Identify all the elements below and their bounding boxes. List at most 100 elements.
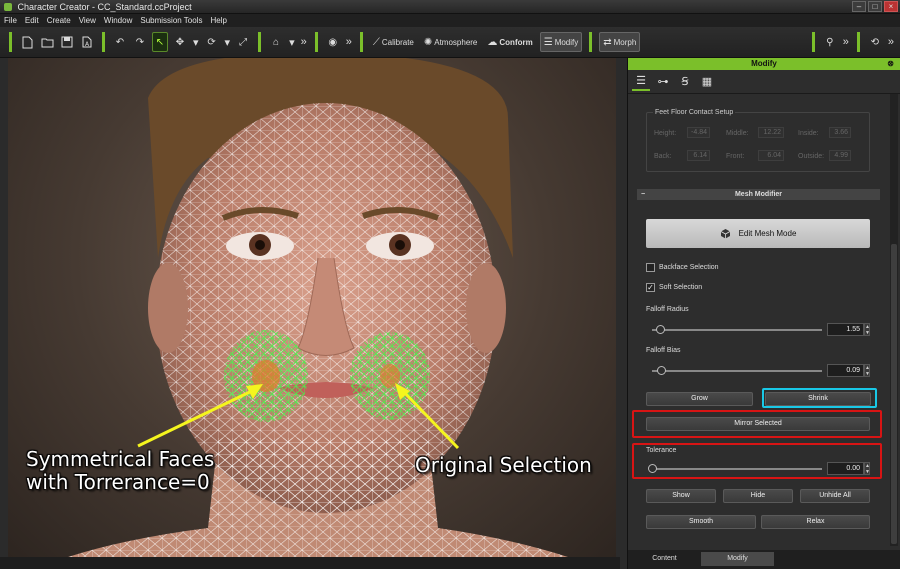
open-folder-icon[interactable] xyxy=(39,32,55,52)
overflow-icon[interactable]: » xyxy=(346,36,352,48)
panel-scroll-area[interactable]: Feet Floor Contact Setup Height: -4.84 M… xyxy=(628,94,889,546)
atmosphere-button[interactable]: ✺ Atmosphere xyxy=(421,32,481,52)
feet-floor-contact-title: Feet Floor Contact Setup xyxy=(653,109,736,116)
menu-view[interactable]: View xyxy=(79,14,96,27)
back-field: 6.14 xyxy=(687,150,710,161)
tab-motion-icon[interactable]: ⊶ xyxy=(654,73,672,91)
show-button[interactable]: Show xyxy=(646,489,716,503)
soft-selection-checkbox-box[interactable]: ✓ xyxy=(646,283,655,292)
tab-texture-checker-icon[interactable]: ▦ xyxy=(698,73,716,91)
panel-close-icon[interactable]: ⊗ xyxy=(887,58,894,70)
conform-button[interactable]: ☁ Conform xyxy=(484,32,535,52)
save-icon[interactable] xyxy=(59,32,75,52)
move-dropdown-icon[interactable]: ▾ xyxy=(193,36,199,49)
tab-attributes-sliders-icon[interactable]: ☰ xyxy=(632,73,650,91)
overflow-icon[interactable]: » xyxy=(843,36,849,48)
scale-tool-icon[interactable]: ⤢ xyxy=(235,32,251,52)
panel-scrollbar[interactable] xyxy=(890,94,898,546)
sync-icon[interactable]: ⟲ xyxy=(867,32,883,52)
inside-field: 3.66 xyxy=(829,127,851,138)
app-window: Character Creator - CC_Standard.ccProjec… xyxy=(0,0,900,569)
collapse-icon[interactable]: − xyxy=(641,189,645,200)
atmosphere-icon: ✺ xyxy=(423,36,433,48)
panel-scrollbar-thumb[interactable] xyxy=(891,244,897,544)
visibility-eye-icon[interactable]: ◉ xyxy=(325,32,341,52)
home-icon[interactable]: ⌂ xyxy=(268,32,284,52)
menu-file[interactable]: File xyxy=(4,14,17,27)
toolbar: A ↶ ↷ ↖ ✥ ▾ ⟳ ▾ ⤢ ⌂ ▾ » ◉ » ⟋ Calibrate … xyxy=(0,27,900,58)
grow-button[interactable]: Grow xyxy=(646,392,753,406)
new-file-icon[interactable] xyxy=(19,32,35,52)
falloff-radius-slider[interactable] xyxy=(652,325,822,334)
back-label: Back: xyxy=(654,153,672,160)
menu-submission-tools[interactable]: Submission Tools xyxy=(140,14,202,27)
minimize-button[interactable]: – xyxy=(852,1,866,12)
toolbar-separator xyxy=(9,32,12,52)
mesh-modifier-header[interactable]: − Mesh Modifier xyxy=(637,189,880,200)
modify-panel: Modify ⊗ ☰ ⊶ Ꞩ ▦ Feet Floor Contact Setu… xyxy=(627,58,900,569)
window-title: Character Creator - CC_Standard.ccProjec… xyxy=(17,2,192,12)
menu-help[interactable]: Help xyxy=(210,14,226,27)
falloff-radius-slider-knob[interactable] xyxy=(656,325,665,334)
shrink-highlight xyxy=(762,388,877,408)
panel-bottom-tabs: Content Modify xyxy=(628,550,900,569)
cube-icon xyxy=(720,229,730,239)
app-icon xyxy=(4,3,12,11)
falloff-bias-spinner[interactable]: ▲ ▼ xyxy=(864,364,870,377)
maximize-button[interactable]: □ xyxy=(868,1,882,12)
falloff-bias-slider-knob[interactable] xyxy=(657,366,666,375)
3d-viewport[interactable]: Symmetrical Faces with Torrerance=0 Orig… xyxy=(8,58,616,557)
morph-icon: ⇄ xyxy=(603,36,612,48)
select-tool-icon[interactable]: ↖ xyxy=(152,32,168,52)
menu-create[interactable]: Create xyxy=(47,14,71,27)
edit-mesh-mode-button[interactable]: Edit Mesh Mode xyxy=(646,219,870,248)
character-pose-icon[interactable]: ⚲ xyxy=(822,32,838,52)
tab-material-icon[interactable]: Ꞩ xyxy=(676,73,694,91)
falloff-radius-field[interactable]: 1.55 xyxy=(827,323,864,336)
menu-window[interactable]: Window xyxy=(104,14,132,27)
rotate-tool-icon[interactable]: ⟳ xyxy=(204,32,220,52)
tab-modify[interactable]: Modify xyxy=(701,552,774,566)
outside-label: Outside: xyxy=(798,153,825,160)
tab-content[interactable]: Content xyxy=(628,552,701,566)
front-label: Front: xyxy=(726,153,745,160)
falloff-bias-field[interactable]: 0.09 xyxy=(827,364,864,377)
viewport-bottom-bar xyxy=(0,557,620,569)
backface-checkbox-box[interactable] xyxy=(646,263,655,272)
hide-button[interactable]: Hide xyxy=(723,489,793,503)
rotate-dropdown-icon[interactable]: ▾ xyxy=(225,36,231,49)
falloff-bias-slider[interactable] xyxy=(652,366,822,375)
soft-selection-checkbox[interactable]: ✓ Soft Selection xyxy=(646,283,702,292)
backface-selection-checkbox[interactable]: Backface Selection xyxy=(646,263,719,272)
unhide-all-button[interactable]: Unhide All xyxy=(800,489,870,503)
morph-button[interactable]: ⇄ Morph xyxy=(599,32,641,52)
export-icon[interactable]: A xyxy=(79,32,95,52)
overflow-icon[interactable]: » xyxy=(888,36,894,48)
close-button[interactable]: × xyxy=(884,1,898,12)
falloff-radius-label: Falloff Radius xyxy=(646,306,689,313)
middle-field: 12.22 xyxy=(758,127,784,138)
overflow-icon[interactable]: » xyxy=(301,36,307,48)
smooth-button[interactable]: Smooth xyxy=(646,515,756,529)
conform-icon: ☁ xyxy=(487,36,498,48)
toolbar-separator xyxy=(258,32,262,52)
falloff-radius-spinner[interactable]: ▲ ▼ xyxy=(864,323,870,336)
calibrate-icon: ⟋ xyxy=(372,36,380,48)
toolbar-separator xyxy=(359,32,363,52)
home-dropdown-icon[interactable]: ▾ xyxy=(289,36,295,49)
tolerance-highlight xyxy=(632,443,882,479)
redo-icon[interactable]: ↷ xyxy=(132,32,148,52)
falloff-bias-label: Falloff Bias xyxy=(646,347,681,354)
toolbar-separator xyxy=(102,32,105,52)
modify-button[interactable]: ☰ Modify xyxy=(539,32,583,52)
relax-button[interactable]: Relax xyxy=(761,515,870,529)
calibrate-button[interactable]: ⟋ Calibrate xyxy=(370,32,417,52)
menu-edit[interactable]: Edit xyxy=(25,14,39,27)
undo-icon[interactable]: ↶ xyxy=(112,32,128,52)
height-field: -4.84 xyxy=(687,127,710,138)
height-label: Height: xyxy=(654,130,677,137)
annotation-symmetrical-faces: Symmetrical Faces with Torrerance=0 xyxy=(26,447,215,494)
mirror-selected-highlight xyxy=(632,410,882,438)
toolbar-separator xyxy=(589,32,593,52)
move-tool-icon[interactable]: ✥ xyxy=(172,32,188,52)
